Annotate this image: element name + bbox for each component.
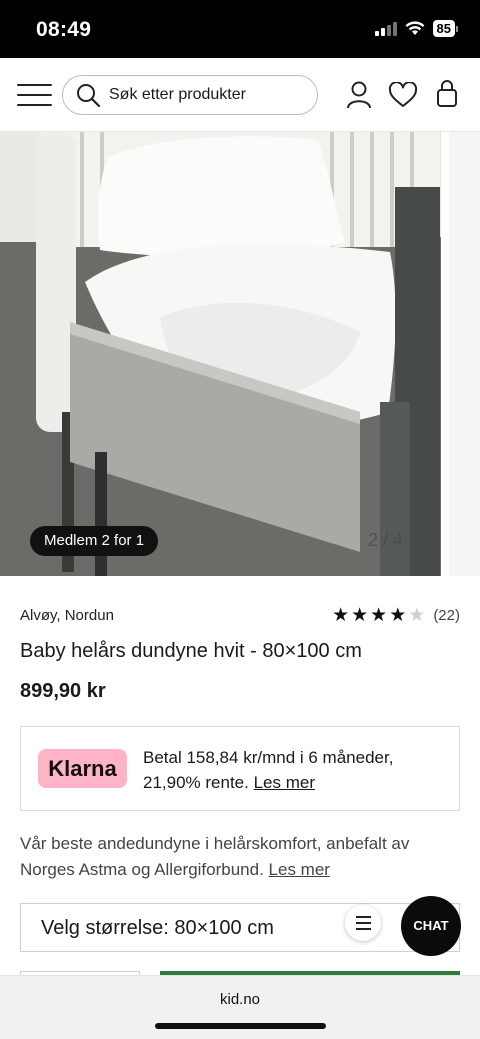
member-offer-badge: Medlem 2 for 1 — [30, 526, 159, 556]
next-image-preview[interactable] — [441, 132, 480, 576]
star-icon: ★ — [351, 605, 369, 626]
product-photo — [0, 132, 480, 576]
klarna-text: Betal 158,84 kr/mnd i 6 måneder, 21,90% … — [143, 745, 443, 795]
user-icon[interactable] — [345, 80, 373, 110]
klarna-financing-box: Klarna Betal 158,84 kr/mnd i 6 måneder, … — [20, 726, 460, 811]
search-bar[interactable] — [62, 75, 318, 115]
status-icons: 85 — [374, 20, 458, 37]
status-bar: 08:49 85 — [0, 0, 480, 58]
image-pager: 2 / 4 — [368, 530, 404, 550]
star-empty-icon: ★ — [408, 605, 426, 626]
product-image[interactable] — [0, 132, 480, 576]
shopping-bag-icon[interactable] — [435, 79, 459, 109]
wifi-icon — [405, 21, 424, 35]
battery-icon: 85 — [432, 20, 458, 37]
review-count: (22) — [433, 607, 460, 624]
hamburger-menu-icon[interactable] — [17, 82, 53, 108]
chat-button[interactable]: CHAT — [401, 896, 461, 956]
product-rating[interactable]: ★ ★ ★ ★ ★ (22) — [332, 606, 460, 625]
klarna-read-more-link[interactable]: Les mer — [254, 773, 315, 792]
product-description: Vår beste andedundyne i helårskomfort, a… — [20, 831, 460, 883]
status-time: 08:49 — [36, 18, 92, 41]
star-icon: ★ — [389, 605, 407, 626]
home-indicator[interactable] — [155, 1023, 326, 1029]
klarna-logo: Klarna — [38, 749, 127, 788]
product-price: 899,90 kr — [20, 680, 106, 702]
description-text: Vår beste andedundyne i helårskomfort, a… — [20, 834, 410, 879]
star-icon: ★ — [370, 605, 388, 626]
description-read-more-link[interactable]: Les mer — [269, 860, 330, 879]
star-icon: ★ — [332, 605, 350, 626]
product-brand[interactable]: Alvøy, Nordun — [20, 607, 114, 624]
search-input[interactable] — [109, 86, 309, 104]
url-text[interactable]: kid.no — [0, 991, 480, 1008]
site-header — [0, 58, 480, 132]
size-selector-label: Velg størrelse: 80×100 cm — [41, 917, 274, 939]
size-selector[interactable]: Velg størrelse: 80×100 cm — [20, 903, 460, 952]
cellular-signal-icon — [374, 21, 397, 36]
heart-icon[interactable] — [388, 82, 418, 108]
battery-level: 85 — [432, 20, 455, 37]
list-menu-icon[interactable] — [345, 905, 381, 941]
browser-url-bar[interactable]: kid.no — [0, 975, 480, 1039]
search-icon — [77, 84, 101, 108]
product-title: Baby helårs dundyne hvit - 80×100 cm — [20, 640, 362, 662]
